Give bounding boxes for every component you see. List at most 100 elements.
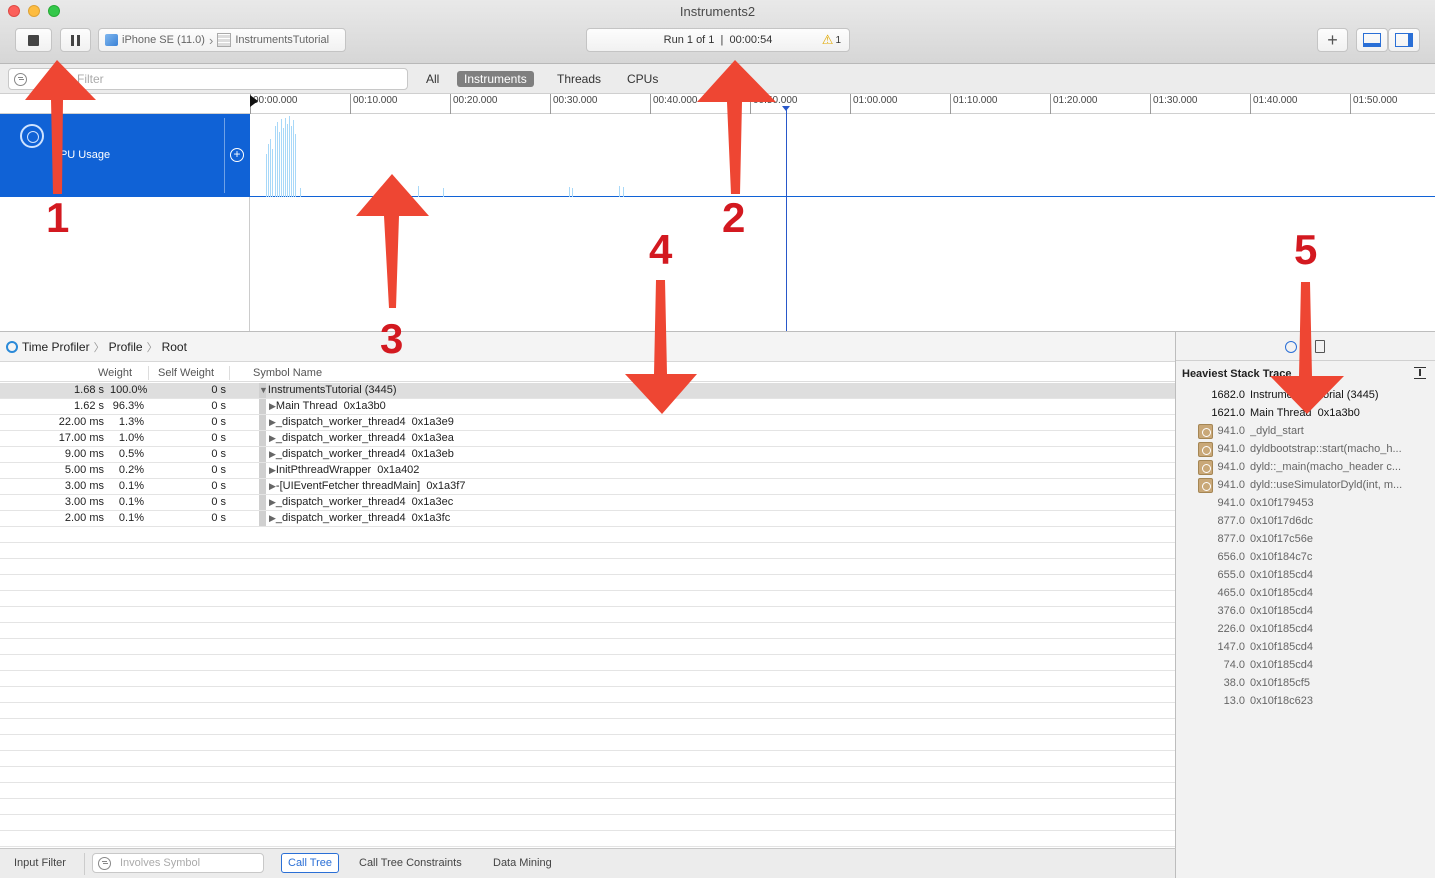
frame-symbol: 0x10f185cd4	[1250, 587, 1313, 599]
ruler-tick: 00:10.000	[350, 94, 398, 114]
chevron-right-icon: 〉	[93, 341, 105, 354]
column-self-weight[interactable]: Self Weight	[158, 367, 214, 379]
inspector-pane: Heaviest Stack Trace 1682.0 InstrumentsTu…	[1176, 331, 1435, 878]
stack-frame[interactable]: 13.0 0x10f18c623	[1176, 692, 1435, 710]
stack-frame[interactable]: 74.0 0x10f185cd4	[1176, 656, 1435, 674]
stack-frame[interactable]: 655.0 0x10f185cd4	[1176, 566, 1435, 584]
disclosure-collapsed-icon[interactable]: ▶	[269, 481, 276, 491]
segment-cpus[interactable]: CPUs	[620, 71, 665, 87]
expand-collapse-icon[interactable]	[1414, 367, 1426, 379]
extended-detail-tab-icon[interactable]	[1285, 341, 1297, 353]
cell-symbol: ▶-[UIEventFetcher threadMain] 0x1a3f7	[269, 479, 465, 494]
column-weight[interactable]: Weight	[98, 367, 132, 379]
stack-frame[interactable]: 941.0 dyld::_main(macho_header c...	[1176, 458, 1435, 476]
frame-symbol: Main Thread 0x1a3b0	[1250, 407, 1360, 419]
stack-frame[interactable]: 147.0 0x10f185cd4	[1176, 638, 1435, 656]
jumpbar-item-instrument[interactable]: Time Profiler	[22, 340, 90, 354]
stack-frame[interactable]: 1682.0 InstrumentsTutorial (3445)	[1176, 386, 1435, 404]
column-symbol-name[interactable]: Symbol Name	[253, 367, 322, 379]
target-label: InstrumentsTutorial	[235, 34, 330, 46]
stack-frame[interactable]: 226.0 0x10f185cd4	[1176, 620, 1435, 638]
frame-weight: 1682.0	[1211, 389, 1245, 401]
segment-threads[interactable]: Threads	[550, 71, 608, 87]
stack-frame[interactable]: 941.0 dyldbootstrap::start(macho_h...	[1176, 440, 1435, 458]
table-row[interactable]: 9.00 ms 0.5% 0 s ▶_dispatch_worker_thread4 …	[0, 447, 1175, 463]
symbol-name: -[UIEventFetcher threadMain] 0x1a3f7	[275, 480, 466, 492]
disclosure-collapsed-icon[interactable]: ▶	[269, 417, 276, 427]
add-track-icon[interactable]: +	[230, 148, 244, 162]
track-filter-input[interactable]: Filter	[8, 68, 408, 90]
disclosure-collapsed-icon[interactable]: ▶	[269, 465, 276, 475]
table-row[interactable]: 17.00 ms 1.0% 0 s ▶_dispatch_worker_thread4…	[0, 431, 1175, 447]
cell-symbol: ▶Main Thread 0x1a3b0	[269, 399, 386, 414]
stack-frame[interactable]: 1621.0 Main Thread 0x1a3b0	[1176, 404, 1435, 422]
frame-weight: 941.0	[1217, 425, 1245, 437]
jumpbar-item-profile[interactable]: Profile	[109, 340, 143, 354]
frame-symbol: 0x10f17c56e	[1250, 533, 1313, 545]
heaviest-stack-trace-title: Heaviest Stack Trace	[1182, 368, 1292, 380]
target-device-selector[interactable]: iPhone SE (11.0) › InstrumentsTutorial	[98, 28, 346, 52]
stack-frame[interactable]: 877.0 0x10f17d6dc	[1176, 512, 1435, 530]
track-header-empty	[0, 197, 250, 331]
disclosure-collapsed-icon[interactable]: ▶	[269, 513, 276, 523]
stack-frame[interactable]: 38.0 0x10f185cf5	[1176, 674, 1435, 692]
table-row[interactable]: 2.00 ms 0.1% 0 s ▶_dispatch_worker_thread4 …	[0, 511, 1175, 527]
stack-frame[interactable]: 941.0 dyld::useSimulatorDyld(int, m...	[1176, 476, 1435, 494]
annotation-number-2: 2	[722, 194, 746, 241]
table-row[interactable]: 22.00 ms 1.3% 0 s ▶_dispatch_worker_thread4…	[0, 415, 1175, 431]
disclosure-collapsed-icon[interactable]: ▶	[269, 401, 276, 411]
call-tree-constraints-button[interactable]: Call Tree Constraints	[352, 853, 469, 873]
involves-symbol-input[interactable]: Involves Symbol	[92, 853, 264, 873]
table-row[interactable]: 1.68 s 100.0% 0 s ▼InstrumentsTutorial (344…	[0, 383, 1175, 399]
frame-weight: 74.0	[1223, 659, 1245, 671]
ruler-tick: 01:30.000	[1150, 94, 1198, 114]
stack-frame[interactable]: 465.0 0x10f185cd4	[1176, 584, 1435, 602]
cpu-usage-graph[interactable]	[250, 114, 1435, 197]
pause-recording-button[interactable]	[60, 28, 91, 52]
cell-self-weight: 0 s	[211, 416, 226, 428]
timeline-ruler[interactable]: 00:00.000 00:10.000 00:20.000 00:30.000 …	[0, 94, 1435, 114]
warning-count: 1	[835, 34, 841, 46]
call-tree-button[interactable]: Call Tree	[281, 853, 340, 873]
frame-weight: 13.0	[1223, 695, 1245, 707]
empty-row	[0, 623, 1175, 639]
frame-symbol: 0x10f185cf5	[1250, 677, 1310, 689]
playhead-start-marker[interactable]	[250, 95, 258, 107]
table-row[interactable]: 3.00 ms 0.1% 0 s ▶-[UIEventFetcher threadMa…	[0, 479, 1175, 495]
cpu-usage-track-header[interactable]: CPU Usage +	[0, 114, 250, 197]
disclosure-collapsed-icon[interactable]: ▶	[269, 449, 276, 459]
stack-frame[interactable]: 877.0 0x10f17c56e	[1176, 530, 1435, 548]
toggle-inspector-button[interactable]	[1388, 28, 1420, 52]
table-row[interactable]: 5.00 ms 0.2% 0 s ▶InitPthreadWrapper 0x1a40…	[0, 463, 1175, 479]
annotation-number-1: 1	[46, 194, 70, 241]
disclosure-collapsed-icon[interactable]: ▶	[269, 433, 276, 443]
timeline-empty-area	[0, 197, 1435, 331]
cell-weight: 3.00 ms	[64, 496, 104, 508]
toggle-detail-area-button[interactable]	[1356, 28, 1388, 52]
jumpbar-item-root[interactable]: Root	[162, 340, 187, 354]
weight-bar	[259, 415, 266, 430]
segment-all[interactable]: All	[419, 71, 446, 87]
run-status-display[interactable]: Run 1 of 1 | 00:00:54 ⚠ 1	[586, 28, 850, 52]
add-instrument-button[interactable]: +	[1317, 28, 1348, 52]
disclosure-collapsed-icon[interactable]: ▶	[269, 497, 276, 507]
frame-weight: 465.0	[1217, 587, 1245, 599]
disclosure-expanded-icon[interactable]: ▼	[259, 385, 268, 395]
stop-recording-button[interactable]	[15, 28, 52, 52]
table-row[interactable]: 3.00 ms 0.1% 0 s ▶_dispatch_worker_thread4 …	[0, 495, 1175, 511]
cell-weight: 3.00 ms	[64, 480, 104, 492]
data-mining-button[interactable]: Data Mining	[486, 853, 559, 873]
stack-frame[interactable]: 941.0 _dyld_start	[1176, 422, 1435, 440]
column-divider[interactable]	[148, 366, 149, 380]
segment-instruments[interactable]: Instruments	[457, 71, 534, 87]
stack-frame[interactable]: 656.0 0x10f184c7c	[1176, 548, 1435, 566]
inspection-head-line[interactable]	[786, 108, 787, 331]
document-tab-icon[interactable]	[1315, 340, 1325, 353]
symbol-name: _dispatch_worker_thread4 0x1a3fc	[275, 512, 451, 524]
inspection-head-marker[interactable]	[782, 106, 790, 111]
table-row[interactable]: 1.62 s 96.3% 0 s ▶Main Thread 0x1a3b0	[0, 399, 1175, 415]
frame-symbol: dyldbootstrap::start(macho_h...	[1250, 443, 1402, 455]
stack-frame[interactable]: 376.0 0x10f185cd4	[1176, 602, 1435, 620]
column-divider[interactable]	[229, 366, 230, 380]
stack-frame[interactable]: 941.0 0x10f179453	[1176, 494, 1435, 512]
